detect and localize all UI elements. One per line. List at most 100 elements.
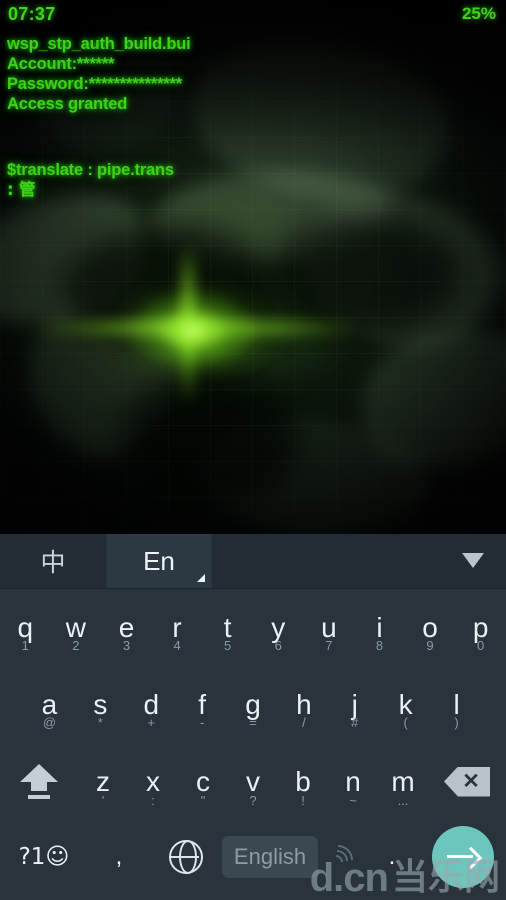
symbols-key[interactable]: ?1☺ [0, 820, 88, 894]
key-sublabel: / [302, 715, 306, 730]
shift-key[interactable] [0, 743, 78, 820]
spacebar-surface: English [222, 836, 318, 878]
key-sublabel: ? [249, 793, 257, 808]
arrow-right-icon [447, 846, 483, 870]
voice-input-icon [316, 838, 360, 882]
key-sublabel: 1 [21, 638, 29, 653]
key-sublabel: = [249, 715, 257, 730]
key-sublabel: + [147, 715, 156, 730]
key-label: c [196, 765, 210, 797]
key-label: v [246, 765, 260, 797]
key-label: z [96, 765, 110, 797]
key-r[interactable]: r 4 [152, 589, 203, 666]
key-label: b [295, 765, 311, 797]
key-sublabel: : [151, 793, 155, 808]
spacebar-key[interactable]: English [222, 820, 318, 894]
key-o[interactable]: o 9 [405, 589, 456, 666]
key-sublabel: - [199, 715, 205, 730]
key-sublabel: " [200, 793, 206, 808]
keyboard-rows: q 1 w 2 e 3 r 4 t 5 y 6 u 7 i 8 o 9 p 0 … [0, 589, 506, 900]
key-sublabel: ( [403, 715, 408, 730]
spacebar-label: English [233, 844, 307, 869]
key-sublabel: ... [397, 793, 409, 808]
key-sublabel: 0 [477, 638, 485, 653]
console-gap [7, 114, 477, 160]
key-u[interactable]: u 7 [304, 589, 355, 666]
key-t[interactable]: t 5 [202, 589, 253, 666]
backspace-icon: ✕ [444, 766, 490, 797]
tab-english-label: En [143, 545, 175, 576]
key-sublabel: 6 [274, 638, 282, 653]
comma-key-label: , [115, 843, 123, 870]
status-bar: 07:37 25% [0, 0, 506, 30]
phone-screen: 07:37 25% wsp_stp_auth_build.bui Account… [0, 0, 506, 900]
key-z[interactable]: z ' [78, 743, 128, 820]
key-label: m [391, 765, 415, 797]
key-i[interactable]: i 8 [354, 589, 405, 666]
translate-result-line: : 管 [7, 180, 36, 199]
key-sublabel: # [351, 715, 359, 730]
key-w[interactable]: w 2 [51, 589, 102, 666]
key-sublabel: 2 [72, 638, 80, 653]
enter-key[interactable] [420, 820, 506, 894]
tab-corner-marker-icon [197, 574, 205, 582]
key-p[interactable]: p 0 [455, 589, 506, 666]
key-l[interactable]: l ) [431, 666, 482, 743]
key-sublabel: 8 [375, 638, 384, 653]
key-sublabel: ~ [349, 793, 357, 808]
key-f[interactable]: f - [177, 666, 228, 743]
shift-arrow-icon [20, 763, 58, 800]
key-sublabel: 4 [173, 638, 181, 653]
translate-command-line: $translate : pipe.trans [7, 161, 174, 179]
clock: 07:37 [8, 4, 56, 24]
keyboard-toolbar: 中 En [0, 534, 506, 589]
key-sublabel: 7 [325, 638, 333, 653]
key-h[interactable]: h / [278, 666, 329, 743]
key-y[interactable]: y 6 [253, 589, 304, 666]
console-line: Password:*************** [7, 75, 182, 93]
key-e[interactable]: e 3 [101, 589, 152, 666]
key-c[interactable]: c " [178, 743, 228, 820]
key-a[interactable]: a @ [24, 666, 75, 743]
console-line: Account:****** [7, 55, 115, 73]
key-d[interactable]: d + [126, 666, 177, 743]
key-sublabel: ) [454, 715, 459, 730]
language-switch-key[interactable] [150, 820, 222, 894]
globe-icon [168, 839, 203, 874]
key-s[interactable]: s * [75, 666, 126, 743]
key-sublabel: ' [101, 793, 105, 808]
key-label: x [146, 765, 160, 797]
key-sublabel: 3 [122, 638, 131, 653]
key-b[interactable]: b ! [278, 743, 328, 820]
key-sublabel: @ [42, 715, 57, 730]
comma-key[interactable]: , [88, 820, 150, 894]
tab-chinese[interactable]: 中 [0, 534, 106, 588]
terminal-console: wsp_stp_auth_build.bui Account:****** Pa… [7, 34, 477, 200]
key-g[interactable]: g = [228, 666, 279, 743]
soft-keyboard: 中 En q 1 w 2 e 3 r 4 t 5 y 6 u 7 i 8 o 9… [0, 534, 506, 900]
key-k[interactable]: k ( [380, 666, 431, 743]
key-q[interactable]: q 1 [0, 589, 51, 666]
key-m[interactable]: m ... [378, 743, 428, 820]
key-n[interactable]: n ~ [328, 743, 378, 820]
key-sublabel: ! [301, 793, 305, 808]
period-key[interactable]: . [364, 820, 420, 894]
key-sublabel: 5 [224, 638, 232, 653]
keyboard-row-2: a @ s * d + f - g = h / j # k (l) [0, 666, 506, 743]
key-v[interactable]: v ? [228, 743, 278, 820]
keyboard-row-1: q 1 w 2 e 3 r 4 t 5 y 6 u 7 i 8 o 9 p 0 [0, 589, 506, 666]
key-sublabel: 9 [426, 638, 434, 653]
tab-english[interactable]: En [107, 534, 211, 588]
chevron-down-icon[interactable] [462, 553, 484, 568]
key-j[interactable]: j # [329, 666, 380, 743]
key-label: n [345, 765, 361, 797]
battery-percentage: 25% [461, 4, 496, 23]
symbols-key-label: ?1☺ [18, 844, 70, 870]
backspace-key[interactable]: ✕ [428, 743, 506, 820]
key-x[interactable]: x : [128, 743, 178, 820]
voice-input-key[interactable] [316, 820, 364, 894]
key-sublabel: * [97, 715, 103, 730]
enter-button-circle [432, 826, 494, 888]
console-line: Access granted [7, 95, 128, 113]
console-line: wsp_stp_auth_build.bui [7, 35, 191, 53]
